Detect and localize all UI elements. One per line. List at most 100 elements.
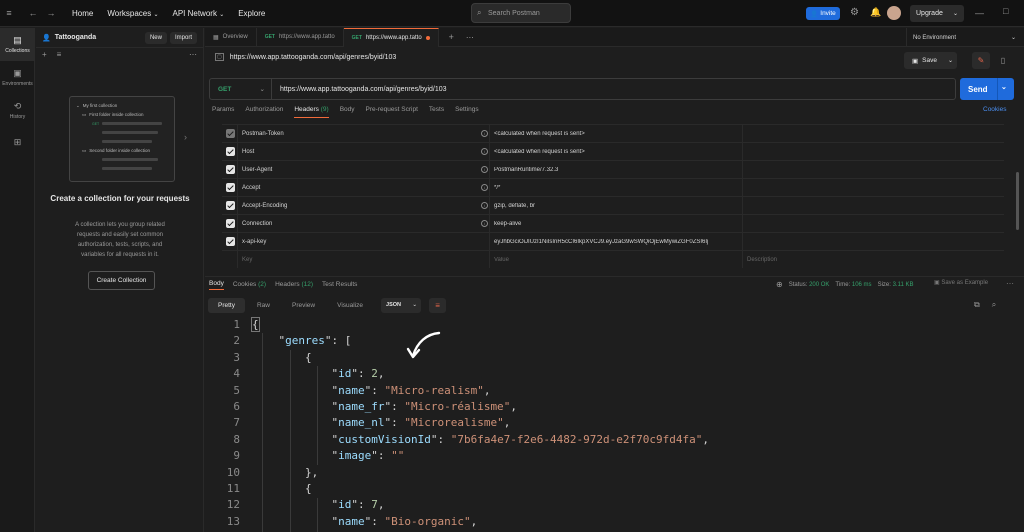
tab-settings[interactable]: Settings	[455, 106, 479, 113]
empty-state-title: Create a collection for your requests	[50, 194, 190, 203]
wrap-lines-icon[interactable]: ≡	[429, 297, 447, 313]
forward-arrow-icon[interactable]: →	[44, 8, 58, 18]
header-checkbox[interactable]	[226, 201, 235, 210]
folder-icon: ▭	[82, 147, 87, 153]
nav-workspaces[interactable]: Workspaces ⌄	[107, 9, 158, 18]
tab-request-2[interactable]: GET https://www.app.tatto	[343, 27, 439, 47]
back-arrow-icon[interactable]: ←	[26, 8, 40, 18]
save-as-example-button[interactable]: ▣ Save as Example	[934, 279, 988, 286]
key-placeholder[interactable]: Key	[242, 257, 252, 263]
rail-apps[interactable]: ⊞	[0, 127, 35, 160]
table-row: Host i <calculated when request is sent>	[222, 143, 1004, 161]
code-line: 1{	[208, 317, 1024, 333]
settings-icon[interactable]: ⚙	[850, 7, 859, 18]
nav-api-network[interactable]: API Network ⌄	[172, 9, 224, 18]
view-visualize[interactable]: Visualize	[327, 298, 373, 313]
tab-response-cookies[interactable]: Cookies (2)	[233, 281, 266, 288]
response-actions: ⧉ ⌕	[974, 300, 996, 310]
tab-params[interactable]: Params	[212, 106, 234, 113]
search-input[interactable]: ⌕ Search Postman	[471, 3, 571, 23]
more-tabs-icon[interactable]: ⋯	[466, 33, 474, 42]
new-tab-icon[interactable]: +	[449, 32, 454, 42]
annotation-arrow-icon	[406, 331, 441, 359]
request-subtabs: Params Authorization Headers (9) Body Pr…	[212, 106, 1012, 121]
minimize-icon[interactable]: —	[975, 8, 984, 18]
tab-response-body[interactable]: Body	[209, 280, 224, 290]
line-number: 3	[233, 350, 240, 364]
import-button[interactable]: Import	[169, 31, 197, 44]
avatar[interactable]	[887, 6, 901, 20]
search-icon[interactable]: ⌕	[992, 300, 996, 310]
view-preview[interactable]: Preview	[282, 298, 325, 313]
info-icon[interactable]: i	[481, 202, 488, 209]
column-divider	[489, 124, 490, 268]
folder-icon: ▭	[82, 111, 87, 117]
menu-icon[interactable]: ≡	[2, 8, 16, 18]
tab-response-headers[interactable]: Headers (12)	[275, 281, 313, 288]
indent-guide	[317, 366, 318, 465]
method-select[interactable]: GET ⌄	[210, 79, 272, 99]
nav-home[interactable]: Home	[72, 9, 93, 18]
more-icon[interactable]: ⋯	[1006, 279, 1014, 288]
code-text: },	[304, 465, 319, 479]
tab-body[interactable]: Body	[340, 106, 355, 113]
plus-icon[interactable]: +	[42, 50, 47, 59]
tab-test-results[interactable]: Test Results	[322, 281, 357, 288]
rail-history[interactable]: ⟲ History	[0, 94, 35, 127]
info-icon[interactable]: i	[481, 220, 488, 227]
table-row: Postman-Token i <calculated when request i…	[222, 125, 1004, 143]
scrollbar[interactable]	[1016, 172, 1019, 230]
view-raw[interactable]: Raw	[247, 298, 280, 313]
workspace-name[interactable]: Tattooganda	[55, 34, 96, 41]
save-button[interactable]: ▣ Save ⌄	[904, 52, 957, 69]
info-icon[interactable]: i	[481, 130, 488, 137]
cookies-link[interactable]: Cookies	[983, 106, 1006, 113]
chevron-down-icon: ⌄	[219, 11, 225, 18]
environment-select[interactable]: No Environment ⌄	[906, 28, 1024, 47]
tab-overview[interactable]: ▦ Overview	[205, 27, 257, 47]
invite-button[interactable]: 👤 Invite	[806, 7, 840, 20]
info-icon[interactable]: i	[481, 184, 488, 191]
copy-icon[interactable]: ⧉	[974, 300, 980, 310]
overview-icon: ▦	[213, 34, 219, 41]
tab-headers[interactable]: Headers (9)	[294, 106, 329, 118]
header-checkbox[interactable]	[226, 183, 235, 192]
rail-environments[interactable]: ▣ Environments	[0, 61, 35, 94]
view-pretty[interactable]: Pretty	[208, 297, 245, 313]
chevron-down-icon[interactable]: ⌄	[1001, 83, 1007, 91]
edit-icon[interactable]: ✎	[972, 52, 990, 69]
preview-request: GET	[76, 119, 168, 128]
more-icon[interactable]: ⋯	[189, 50, 197, 59]
tab-pre-request-script[interactable]: Pre-request Script	[366, 106, 418, 113]
tab-request-1[interactable]: GET https://www.app.tatto	[257, 27, 344, 47]
code-line: 10 },	[208, 465, 1024, 481]
tab-authorization[interactable]: Authorization	[245, 106, 283, 113]
header-checkbox[interactable]	[226, 219, 235, 228]
request-actions: ✎ ▯	[972, 52, 1012, 69]
doc-icon[interactable]: ▯	[994, 52, 1012, 69]
url-input[interactable]: https://www.app.tattooganda.com/api/genr…	[272, 86, 447, 93]
description-placeholder[interactable]: Description	[747, 257, 777, 263]
chevron-down-icon: ⌄	[1010, 35, 1016, 41]
header-checkbox[interactable]	[226, 129, 235, 138]
upgrade-button[interactable]: Upgrade ⌄	[910, 5, 964, 22]
rail-collections[interactable]: ▤ Collections	[0, 28, 35, 61]
nav-explore[interactable]: Explore	[238, 9, 265, 18]
maximize-icon[interactable]: □	[1003, 6, 1008, 16]
header-checkbox[interactable]	[226, 165, 235, 174]
send-button[interactable]: Send ⌄	[960, 78, 1014, 100]
info-icon[interactable]: i	[481, 148, 488, 155]
save-icon: ▣	[912, 57, 919, 65]
format-select[interactable]: JSON ⌄	[381, 297, 422, 313]
new-button[interactable]: New	[144, 31, 167, 44]
bell-icon[interactable]: 🔔	[870, 7, 881, 18]
response-body-code[interactable]: 1{2 "genres": [3 {4 "id": 2, 5 "name": "M…	[208, 317, 1024, 532]
tab-tests[interactable]: Tests	[429, 106, 444, 113]
preview-request	[76, 137, 168, 146]
filter-icon[interactable]: ≡	[57, 50, 62, 59]
value-placeholder[interactable]: Value	[494, 257, 742, 263]
header-checkbox[interactable]	[226, 237, 235, 246]
info-icon[interactable]: i	[481, 166, 488, 173]
create-collection-button[interactable]: Create Collection	[88, 271, 155, 290]
header-checkbox[interactable]	[226, 147, 235, 156]
